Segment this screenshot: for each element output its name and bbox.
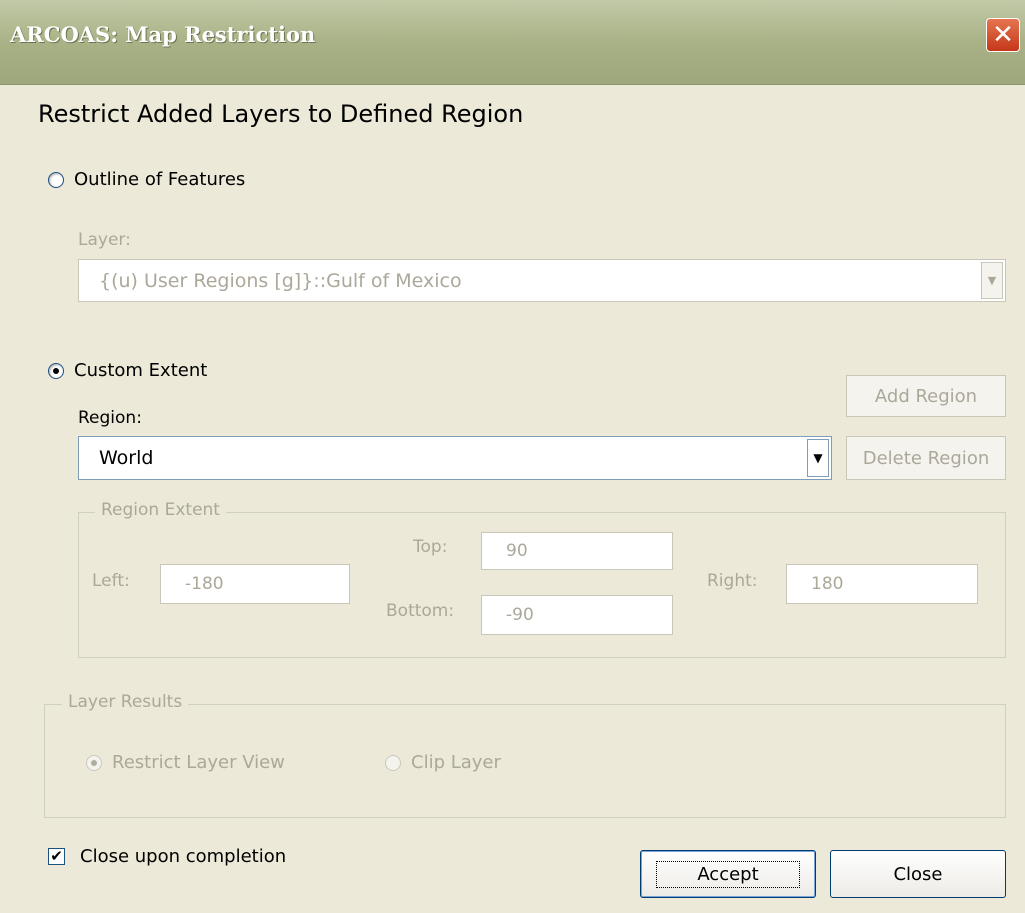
layer-results-legend: Layer Results [62, 692, 189, 712]
close-button[interactable]: Close [830, 850, 1006, 898]
custom-extent-radio[interactable]: Custom Extent [48, 360, 207, 381]
restrict-layer-view-radio: Restrict Layer View [86, 752, 285, 773]
clip-layer-radio: Clip Layer [385, 752, 501, 773]
close-window-icon[interactable]: ✕ [986, 18, 1020, 52]
close-upon-completion-checkbox[interactable]: ✔ [48, 848, 65, 865]
accept-button-label: Accept [656, 860, 800, 888]
dialog-heading: Restrict Added Layers to Defined Region [38, 100, 524, 128]
title-bar: ARCOAS: Map Restriction ✕ [0, 0, 1025, 85]
left-field: -180 [160, 564, 350, 604]
bottom-label: Bottom: [386, 601, 455, 621]
restrict-layer-view-label: Restrict Layer View [112, 752, 285, 773]
outline-of-features-label: Outline of Features [74, 169, 246, 190]
region-label: Region: [78, 408, 142, 428]
layer-label: Layer: [78, 230, 131, 250]
layer-select-value: {(u) User Regions [g]}::Gulf of Mexico [99, 269, 462, 292]
region-select[interactable]: World ▼ [78, 436, 832, 480]
left-label: Left: [92, 571, 130, 591]
custom-extent-label: Custom Extent [74, 360, 208, 381]
window-title: ARCOAS: Map Restriction [10, 22, 316, 47]
chevron-down-icon[interactable]: ▼ [807, 439, 829, 477]
delete-region-button: Delete Region [846, 436, 1006, 480]
accept-button[interactable]: Accept [640, 850, 816, 898]
radio-icon [385, 754, 401, 771]
close-upon-completion-label: Close upon completion [80, 846, 287, 867]
radio-icon [48, 171, 64, 188]
chevron-down-icon: ▼ [981, 262, 1003, 299]
top-field: 90 [481, 532, 673, 570]
top-label: Top: [413, 537, 448, 557]
region-extent-legend: Region Extent [95, 500, 226, 520]
radio-icon [48, 362, 64, 379]
outline-of-features-radio[interactable]: Outline of Features [48, 169, 245, 190]
right-field: 180 [786, 564, 978, 604]
layer-select: {(u) User Regions [g]}::Gulf of Mexico ▼ [78, 259, 1006, 302]
add-region-button: Add Region [846, 375, 1006, 417]
bottom-field: -90 [481, 595, 673, 635]
region-select-value: World [99, 447, 154, 469]
clip-layer-label: Clip Layer [411, 752, 501, 773]
right-label: Right: [707, 571, 758, 591]
radio-icon [86, 754, 102, 771]
